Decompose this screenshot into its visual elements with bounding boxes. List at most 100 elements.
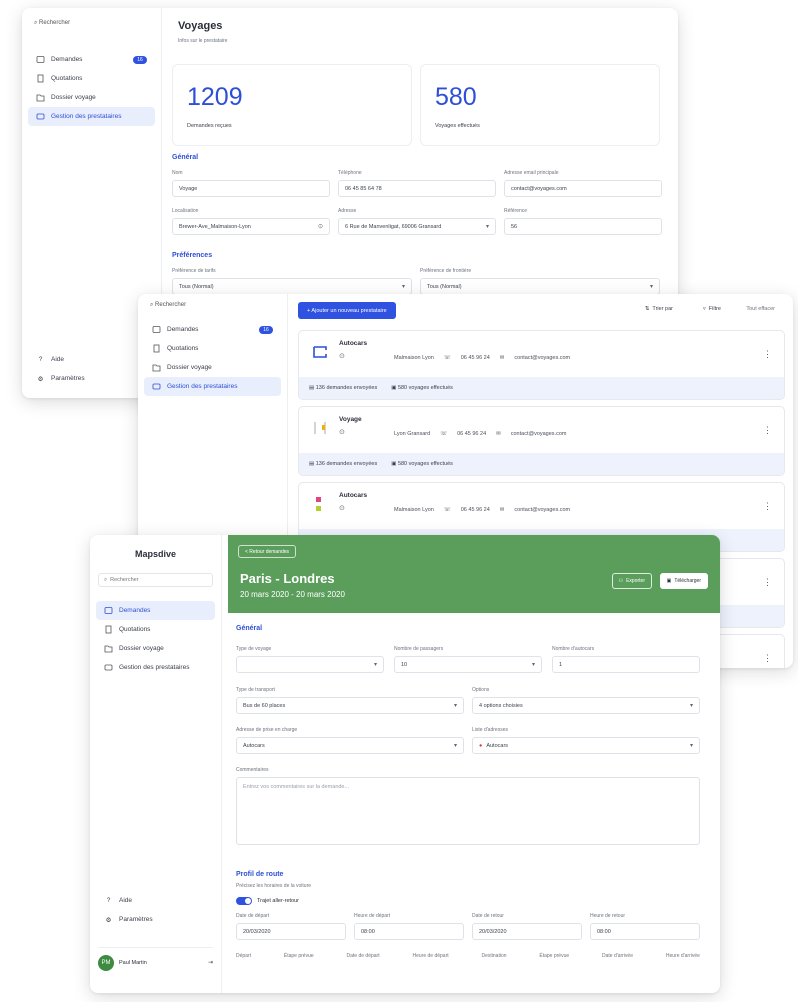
- return-trip-toggle[interactable]: Trajet aller-retour: [236, 897, 299, 905]
- sidebar-item-quotes[interactable]: Quotations: [28, 69, 155, 88]
- passengers-select[interactable]: 10 ▾: [394, 656, 542, 673]
- location-field[interactable]: Brewer-Ave_Malmaison-Lyon ⊙: [172, 218, 330, 235]
- gear-icon: ⚙: [37, 375, 44, 383]
- sidebar-item-help[interactable]: ? Aide: [96, 891, 215, 910]
- download-icon: ▣: [666, 578, 672, 584]
- column-header: Date de départ: [346, 953, 380, 959]
- more-options-icon[interactable]: ⋮: [763, 349, 772, 360]
- coaches-field[interactable]: 1: [552, 656, 700, 673]
- provider-stats-strip: ▤ 136 demandes envoyées ▣ 580 voyages ef…: [299, 377, 784, 399]
- more-options-icon[interactable]: ⋮: [763, 501, 772, 512]
- sidebar-item-settings[interactable]: ⚙ Paramètres: [28, 369, 155, 388]
- export-button[interactable]: ⚇ Exporter: [611, 573, 652, 589]
- sidebar-item-help[interactable]: ? Aide: [28, 350, 155, 369]
- phone-icon: ☏: [440, 431, 448, 437]
- sidebar: Mapsdive ⌕ Rechercher Demandes Quotation…: [90, 535, 222, 993]
- sort-icon: ⇅: [644, 306, 650, 312]
- inbox-icon: [36, 55, 45, 64]
- back-button[interactable]: < Retour demandes: [238, 545, 297, 558]
- search-input[interactable]: ⌕ Rechercher: [34, 20, 70, 27]
- sort-button[interactable]: ⇅ Trier par: [645, 306, 673, 312]
- departure-time-field[interactable]: 08:00: [354, 923, 464, 940]
- search-icon: ⌕: [104, 576, 108, 583]
- sidebar-item-travel-file[interactable]: Dossier voyage: [28, 88, 155, 107]
- info-icon: ⊙: [339, 505, 345, 512]
- sidebar-item-settings[interactable]: ⚙ Paramètres: [96, 910, 215, 929]
- return-date-field[interactable]: 20/03/2020: [472, 923, 582, 940]
- sidebar-item-providers[interactable]: Gestion des prestataires: [28, 107, 155, 126]
- filter-button[interactable]: ▿ Filtre: [703, 306, 721, 312]
- address-select[interactable]: 6 Rue de Manvenligat, 69006 Gransard ▾: [338, 218, 496, 235]
- info-icon: ⊙: [339, 353, 345, 360]
- logout-icon[interactable]: ⇥: [208, 959, 213, 966]
- more-options-icon[interactable]: ⋮: [763, 653, 772, 664]
- download-button[interactable]: ▣ Télécharger: [659, 573, 708, 589]
- sidebar-item-quotes[interactable]: Quotations: [144, 339, 281, 358]
- sidebar-item-requests[interactable]: Demandes 16: [28, 50, 155, 69]
- stat-card-trips: 580 Voyages effectués: [420, 64, 660, 146]
- folder-icon: [36, 93, 45, 102]
- search-input[interactable]: ⌕ Rechercher: [150, 302, 186, 309]
- section-title-general: Général: [172, 154, 199, 161]
- sidebar-item-providers[interactable]: Gestion des prestataires: [96, 658, 215, 677]
- field-label: Heure de retour: [590, 913, 626, 919]
- search-input[interactable]: ⌕ Rechercher: [98, 573, 213, 587]
- departure-date-field[interactable]: 20/03/2020: [236, 923, 346, 940]
- user-menu[interactable]: PM Paul Martin ⇥: [98, 947, 213, 977]
- column-header: Heure de départ: [412, 953, 449, 959]
- sidebar-item-travel-file[interactable]: Dossier voyage: [96, 639, 215, 658]
- options-select[interactable]: 4 options choisies ▾: [472, 697, 700, 714]
- name-field[interactable]: Voyage: [172, 180, 330, 197]
- page-subtitle: Infos sur le prestataire: [178, 38, 228, 44]
- field-label: Date de départ: [236, 913, 270, 919]
- field-label: Nombre d'autocars: [552, 646, 595, 652]
- add-provider-button[interactable]: + Ajouter un nouveau prestataire: [298, 302, 396, 319]
- mail-icon: ✉: [499, 355, 505, 361]
- phone-icon: ☏: [443, 355, 451, 361]
- location-pin-icon: ●: [479, 742, 483, 749]
- phone-field[interactable]: 06 45 85 64 78: [338, 180, 496, 197]
- border-pref-select[interactable]: Tous (Normal) ▾: [420, 278, 660, 295]
- chevron-down-icon: ▾: [453, 703, 457, 709]
- field-label: Préférence de frontière: [420, 268, 472, 274]
- provider-stats-strip: ▤ 136 demandes envoyées ▣ 580 voyages ef…: [299, 453, 784, 475]
- provider-card[interactable]: Voyage ⊙ Lyon Gransard ☏ 06 45 96 24 ✉ c…: [298, 406, 785, 476]
- column-header: Départ: [236, 953, 252, 959]
- route-title: Paris - Londres: [240, 571, 335, 586]
- requests-badge: 16: [133, 55, 147, 64]
- return-time-field[interactable]: 08:00: [590, 923, 700, 940]
- sidebar-item-travel-file[interactable]: Dossier voyage: [144, 358, 281, 377]
- trip-type-select[interactable]: ▾: [236, 656, 384, 673]
- chevron-down-icon: ▾: [531, 662, 535, 668]
- bus-icon: [152, 382, 161, 391]
- chevron-down-icon: ▾: [689, 703, 693, 709]
- page-title: Voyages: [178, 20, 223, 32]
- reference-field[interactable]: 56: [504, 218, 662, 235]
- provider-card[interactable]: Autocars ⊙ Malmaison Lyon ☏ 06 45 96 24 …: [298, 330, 785, 400]
- column-header: Date d'arrivée: [602, 953, 633, 959]
- section-title-general: Général: [236, 625, 263, 632]
- provider-meta: Malmaison Lyon ☏ 06 45 96 24 ✉ contact@v…: [394, 507, 571, 513]
- pickup-address-select[interactable]: Autocars ▾: [236, 737, 464, 754]
- clear-filters-link[interactable]: Tout effacer: [746, 306, 775, 312]
- more-options-icon[interactable]: ⋮: [763, 577, 772, 588]
- sidebar-item-providers[interactable]: Gestion des prestataires: [144, 377, 281, 396]
- price-pref-select[interactable]: Tous (Normal) ▾: [172, 278, 412, 295]
- field-label: Commentaires: [236, 767, 269, 773]
- field-label: Téléphone: [338, 170, 362, 176]
- stat-label: Demandes reçues: [187, 123, 232, 129]
- bus-icon: [104, 663, 113, 672]
- sidebar-item-quotes[interactable]: Quotations: [96, 620, 215, 639]
- address-list-select[interactable]: ● Autocars ▾: [472, 737, 700, 754]
- mail-icon: ✉: [499, 507, 505, 513]
- field-label: Nombre de passagers: [394, 646, 444, 652]
- field-label: Adresse de prise en charge: [236, 727, 298, 733]
- chevron-down-icon: ▾: [401, 284, 405, 290]
- transport-type-select[interactable]: Bus de 60 places ▾: [236, 697, 464, 714]
- sidebar-item-requests[interactable]: Demandes: [96, 601, 215, 620]
- email-field[interactable]: contact@voyages.com: [504, 180, 662, 197]
- sidebar-item-requests[interactable]: Demandes 16: [144, 320, 281, 339]
- comments-textarea[interactable]: Entrez vos commentaires sur la demande..…: [236, 777, 700, 845]
- more-options-icon[interactable]: ⋮: [763, 425, 772, 436]
- phone-icon: ☏: [443, 507, 451, 513]
